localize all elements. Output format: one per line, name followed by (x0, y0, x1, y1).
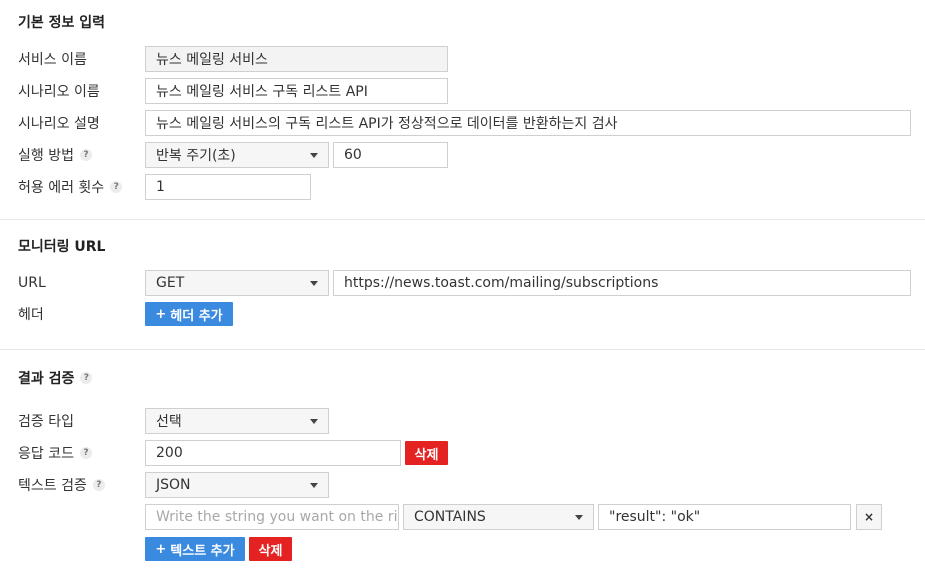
add-header-button[interactable]: + 헤더 추가 (145, 302, 233, 326)
divider-2 (0, 349, 925, 350)
match-value: "result": "ok" (609, 509, 701, 525)
scenario-name-input[interactable]: 뉴스 메일링 서비스 구독 리스트 API (145, 78, 448, 104)
remove-condition-button[interactable]: × (856, 504, 882, 530)
delete-text-button[interactable]: 삭제 (249, 537, 292, 561)
match-value-input[interactable]: "result": "ok" (598, 504, 851, 530)
url-value: https://news.toast.com/mailing/subscript… (344, 275, 659, 291)
error-count-input[interactable]: 1 (145, 174, 311, 200)
chevron-down-icon (310, 152, 318, 158)
scenario-desc-label-text: 시나리오 설명 (18, 116, 100, 132)
text-verify-help-icon[interactable]: ? (92, 479, 105, 491)
response-code-label: 응답 코드 ? (18, 440, 92, 466)
chevron-down-icon (310, 280, 318, 286)
error-count-value: 1 (156, 179, 165, 195)
verify-title: 결과 검증 ? (18, 368, 93, 388)
scenario-name-label-text: 시나리오 이름 (18, 84, 100, 100)
run-method-value: 반복 주기(초) (156, 148, 236, 164)
run-interval-input[interactable]: 60 (333, 142, 448, 168)
run-method-help-icon[interactable]: ? (79, 149, 92, 161)
scenario-name-label: 시나리오 이름 (18, 78, 100, 104)
delete-text-label: 삭제 (258, 543, 283, 559)
run-method-select[interactable]: 반복 주기(초) (145, 142, 329, 168)
error-count-label: 허용 에러 횟수 ? (18, 174, 123, 200)
add-text-button[interactable]: + 텍스트 추가 (145, 537, 245, 561)
header-label-text: 헤더 (18, 307, 44, 323)
verify-type-select[interactable]: 선택 (145, 408, 329, 434)
scenario-desc-input[interactable]: 뉴스 메일링 서비스의 구독 리스트 API가 정상적으로 데이터를 반환하는지… (145, 110, 911, 136)
http-method-value: GET (156, 275, 185, 291)
delete-response-code-label: 삭제 (414, 447, 439, 463)
run-interval-value: 60 (344, 147, 362, 163)
divider-1 (0, 219, 925, 220)
basic-info-title-text: 기본 정보 입력 (18, 15, 106, 31)
monitor-url-title-text: 모니터링 URL (18, 239, 106, 255)
header-label: 헤더 (18, 301, 44, 327)
verify-title-text: 결과 검증 (18, 371, 75, 387)
verify-type-label-text: 검증 타입 (18, 414, 74, 430)
response-code-label-text: 응답 코드 (18, 446, 74, 462)
plus-icon: + (155, 541, 167, 557)
chevron-down-icon (310, 482, 318, 488)
service-name-value: 뉴스 메일링 서비스 (156, 52, 268, 68)
run-method-label: 실행 방법 ? (18, 142, 92, 168)
delete-response-code-button[interactable]: 삭제 (405, 441, 448, 465)
string-path-placeholder: Write the string you want on the righ (156, 509, 399, 525)
plus-icon: + (155, 306, 167, 322)
basic-info-title: 기본 정보 입력 (18, 12, 105, 32)
url-label: URL (18, 270, 46, 296)
scenario-name-value: 뉴스 메일링 서비스 구독 리스트 API (156, 84, 368, 100)
run-method-label-text: 실행 방법 (18, 148, 74, 164)
http-method-select[interactable]: GET (145, 270, 329, 296)
monitor-url-title: 모니터링 URL (18, 236, 105, 256)
add-text-label: 텍스트 추가 (170, 543, 235, 559)
chevron-down-icon (575, 514, 583, 520)
verify-type-label: 검증 타입 (18, 408, 74, 434)
url-label-text: URL (18, 275, 46, 291)
response-code-input[interactable]: 200 (145, 440, 401, 466)
chevron-down-icon (310, 418, 318, 424)
verify-help-icon[interactable]: ? (80, 372, 93, 384)
operator-select[interactable]: CONTAINS (403, 504, 594, 530)
url-input[interactable]: https://news.toast.com/mailing/subscript… (333, 270, 911, 296)
response-code-value: 200 (156, 445, 183, 461)
response-code-help-icon[interactable]: ? (79, 447, 92, 459)
text-verify-label-text: 텍스트 검증 (18, 478, 87, 494)
service-name-label-text: 서비스 이름 (18, 52, 87, 68)
operator-value: CONTAINS (414, 509, 486, 525)
scenario-desc-label: 시나리오 설명 (18, 110, 100, 136)
verify-type-value: 선택 (156, 414, 182, 430)
text-format-select[interactable]: JSON (145, 472, 329, 498)
add-header-label: 헤더 추가 (170, 308, 223, 324)
error-count-help-icon[interactable]: ? (110, 181, 123, 193)
error-count-label-text: 허용 에러 횟수 (18, 180, 105, 196)
service-name-field: 뉴스 메일링 서비스 (145, 46, 448, 72)
text-format-value: JSON (156, 477, 191, 493)
close-icon: × (863, 510, 875, 524)
text-verify-label: 텍스트 검증 ? (18, 472, 105, 498)
string-path-input[interactable]: Write the string you want on the righ (145, 504, 399, 530)
scenario-desc-value: 뉴스 메일링 서비스의 구독 리스트 API가 정상적으로 데이터를 반환하는지… (156, 116, 618, 132)
service-name-label: 서비스 이름 (18, 46, 87, 72)
